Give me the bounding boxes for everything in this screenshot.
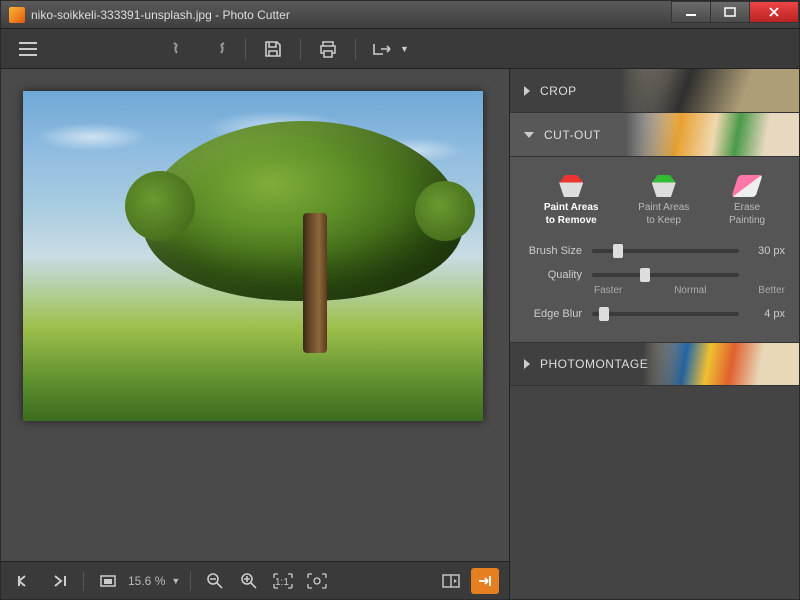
separator bbox=[355, 38, 356, 60]
canvas-viewport[interactable] bbox=[1, 69, 509, 561]
save-button[interactable] bbox=[256, 35, 290, 63]
zoom-fit-button[interactable] bbox=[303, 568, 331, 594]
zoom-actual-button[interactable]: 1:1 bbox=[269, 568, 297, 594]
chevron-down-icon[interactable]: ▼ bbox=[171, 576, 180, 586]
panel-cutout[interactable]: CUT-OUT bbox=[510, 113, 799, 157]
quality-tick-better: Better bbox=[758, 285, 785, 296]
edge-blur-slider[interactable] bbox=[592, 312, 739, 316]
tool-label: Painting bbox=[729, 215, 765, 226]
eraser-icon bbox=[731, 175, 762, 197]
chevron-down-icon: ▼ bbox=[400, 44, 409, 54]
brush-size-row: Brush Size 30 px bbox=[524, 245, 785, 257]
brush-size-slider[interactable] bbox=[592, 249, 739, 253]
brush-size-label: Brush Size bbox=[524, 245, 582, 257]
save-icon bbox=[264, 40, 282, 58]
quality-tick-normal: Normal bbox=[674, 285, 706, 296]
panel-photomontage[interactable]: PHOTOMONTAGE bbox=[510, 342, 799, 386]
prev-image-button[interactable] bbox=[11, 568, 39, 594]
window-controls bbox=[672, 1, 799, 28]
undo-icon bbox=[171, 42, 189, 56]
zoom-out-button[interactable] bbox=[201, 568, 229, 594]
panel-crop[interactable]: CROP bbox=[510, 69, 799, 113]
tool-label: Paint Areas bbox=[544, 202, 599, 213]
quality-label: Quality bbox=[524, 269, 582, 281]
menu-button[interactable] bbox=[11, 35, 45, 63]
chevron-right-icon bbox=[524, 359, 530, 369]
titlebar[interactable]: niko-soikkeli-333391-unsplash.jpg - Phot… bbox=[1, 1, 799, 29]
hamburger-icon bbox=[18, 41, 38, 57]
undo-button[interactable] bbox=[163, 35, 197, 63]
edge-blur-label: Edge Blur bbox=[524, 308, 582, 320]
minimize-button[interactable] bbox=[671, 1, 711, 23]
toolbar: ▼ bbox=[1, 29, 799, 69]
fit-screen-button[interactable] bbox=[94, 568, 122, 594]
edge-blur-value: 4 px bbox=[749, 308, 785, 320]
apply-button[interactable] bbox=[471, 568, 499, 594]
app-window: niko-soikkeli-333391-unsplash.jpg - Phot… bbox=[0, 0, 800, 600]
close-button[interactable] bbox=[749, 1, 799, 23]
print-button[interactable] bbox=[311, 35, 345, 63]
panel-crop-label: CROP bbox=[540, 84, 577, 98]
tool-label: Erase bbox=[734, 202, 760, 213]
side-panel: CROP CUT-OUT Paint Areas to Remove Paint … bbox=[509, 69, 799, 599]
redo-icon bbox=[209, 42, 227, 56]
quality-slider[interactable] bbox=[592, 273, 739, 277]
app-icon bbox=[9, 7, 25, 23]
svg-text:1:1: 1:1 bbox=[275, 577, 289, 588]
zoom-in-button[interactable] bbox=[235, 568, 263, 594]
maximize-button[interactable] bbox=[710, 1, 750, 23]
tree-trunk bbox=[303, 213, 327, 353]
chevron-down-icon bbox=[524, 132, 534, 138]
brush-keep-icon bbox=[652, 175, 676, 197]
quality-tick-faster: Faster bbox=[594, 285, 622, 296]
content: 15.6 % ▼ 1:1 CROP CUT-OUT bbox=[1, 69, 799, 599]
photo[interactable] bbox=[23, 91, 483, 421]
chevron-right-icon bbox=[524, 86, 530, 96]
brush-size-value: 30 px bbox=[749, 245, 785, 257]
zoom-level: 15.6 % bbox=[128, 574, 165, 588]
tool-label: to Keep bbox=[646, 215, 680, 226]
panel-cutout-label: CUT-OUT bbox=[544, 128, 601, 142]
separator bbox=[300, 38, 301, 60]
separator bbox=[245, 38, 246, 60]
edge-blur-row: Edge Blur 4 px bbox=[524, 308, 785, 320]
tool-paint-remove[interactable]: Paint Areas to Remove bbox=[542, 171, 601, 231]
panel-photomontage-label: PHOTOMONTAGE bbox=[540, 357, 648, 371]
export-icon bbox=[372, 41, 394, 57]
redo-button[interactable] bbox=[201, 35, 235, 63]
window-title: niko-soikkeli-333391-unsplash.jpg - Phot… bbox=[31, 8, 672, 22]
next-image-button[interactable] bbox=[45, 568, 73, 594]
tool-row: Paint Areasto Remove Paint Areasto Keep … bbox=[524, 171, 785, 231]
tool-erase[interactable]: Erase Painting bbox=[727, 171, 767, 231]
statusbar: 15.6 % ▼ 1:1 bbox=[1, 561, 509, 599]
canvas-area: 15.6 % ▼ 1:1 bbox=[1, 69, 509, 599]
cutout-controls: Paint Areasto Remove Paint Areasto Keep … bbox=[510, 157, 799, 342]
export-button[interactable] bbox=[366, 35, 400, 63]
tool-label: Paint Areas bbox=[638, 202, 689, 213]
quality-row: Quality bbox=[524, 269, 785, 281]
brush-remove-icon bbox=[559, 175, 583, 197]
quality-ticks: Faster Normal Better bbox=[594, 285, 785, 296]
tool-paint-keep[interactable]: Paint Areas to Keep bbox=[636, 171, 691, 231]
compare-button[interactable] bbox=[437, 568, 465, 594]
print-icon bbox=[318, 40, 338, 58]
tool-label: to Remove bbox=[546, 215, 597, 226]
